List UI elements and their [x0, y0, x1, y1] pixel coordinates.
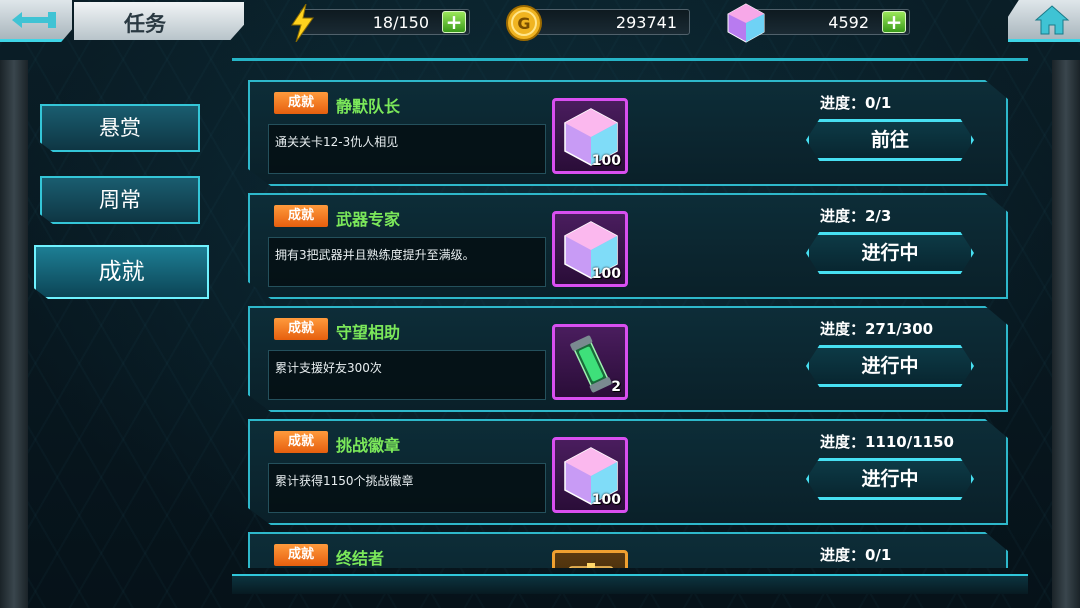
in-progress-button[interactable]: 进行中	[806, 458, 974, 500]
achievement-description: 通关关卡12-3仇人相见	[275, 135, 399, 149]
back-button[interactable]	[0, 0, 72, 42]
bottom-bar	[232, 574, 1028, 594]
list-item: 成就 终结者 进度：0/1	[248, 532, 1008, 568]
progress-text: 进度：0/1	[820, 94, 892, 112]
page-title: 任务	[124, 12, 166, 36]
progress-text: 进度：2/3	[820, 207, 892, 225]
reward-slot[interactable]: 100	[552, 211, 628, 287]
reward-count: 2	[611, 379, 621, 395]
status-badge: 成就	[274, 318, 328, 340]
left-frame	[0, 60, 28, 608]
status-badge: 成就	[274, 544, 328, 566]
in-progress-button[interactable]: 进行中	[806, 232, 974, 274]
achievement-description: 拥有3把武器并且熟练度提升至满级。	[275, 248, 475, 262]
reward-count: 100	[591, 492, 621, 508]
progress-text: 进度：0/1	[820, 546, 892, 564]
add-energy-button[interactable]: +	[442, 11, 466, 33]
svg-text:G: G	[517, 14, 530, 33]
achievement-title: 静默队长	[336, 97, 401, 116]
reward-slot[interactable]: 100	[552, 98, 628, 174]
achievement-title: 守望相助	[336, 323, 401, 342]
gold-value: 293741	[615, 13, 677, 32]
tab-achievement[interactable]: 成就	[34, 245, 209, 299]
status-badge: 成就	[274, 92, 328, 114]
reward-slot[interactable]: 100	[552, 437, 628, 513]
reward-count: 100	[591, 266, 621, 282]
lightning-icon	[291, 4, 314, 42]
achievement-list[interactable]: 成就 静默队长 通关关卡12-3仇人相见 100 进度：0/1 前往 成就 武器…	[248, 80, 1010, 568]
energy-value: 18/150	[372, 13, 429, 32]
add-gems-button[interactable]: +	[882, 11, 906, 33]
home-icon	[1034, 5, 1070, 35]
list-item: 成就 挑战徽章 累计获得1150个挑战徽章 100 进度：1110/1150 进…	[248, 419, 1008, 525]
achievement-title: 挑战徽章	[336, 436, 401, 455]
description-box: 累计获得1150个挑战徽章	[268, 463, 546, 513]
chest-icon	[568, 563, 614, 568]
gold-coin-icon: G	[506, 5, 542, 41]
reward-slot[interactable]: 2	[552, 324, 628, 400]
achievement-description: 累计获得1150个挑战徽章	[275, 474, 414, 488]
progress-text: 进度：271/300	[820, 320, 934, 338]
back-arrow-icon	[12, 12, 56, 28]
achievement-title: 武器专家	[336, 210, 401, 229]
right-frame	[1052, 60, 1080, 608]
list-item: 成就 武器专家 拥有3把武器并且熟练度提升至满级。 100 进度：2/3 进行中	[248, 193, 1008, 299]
status-badge: 成就	[274, 431, 328, 453]
home-button[interactable]	[1008, 0, 1080, 42]
top-bar: 任务 18/150 + 293741 G 4592 +	[0, 0, 1080, 48]
energy-counter: 18/150 +	[300, 9, 470, 35]
title-plate: 任务	[74, 2, 244, 40]
tab-bounty[interactable]: 悬赏	[40, 104, 200, 152]
description-box: 累计支援好友300次	[268, 350, 546, 400]
in-progress-button[interactable]: 进行中	[806, 345, 974, 387]
gold-counter: 293741	[518, 9, 690, 35]
description-box: 拥有3把武器并且熟练度提升至满级。	[268, 237, 546, 287]
tab-weekly[interactable]: 周常	[40, 176, 200, 224]
gem-icon	[727, 3, 765, 43]
achievement-title: 终结者	[336, 549, 385, 568]
go-button[interactable]: 前往	[806, 119, 974, 161]
reward-count: 100	[591, 153, 621, 169]
gem-value: 4592	[828, 13, 869, 32]
status-badge: 成就	[274, 205, 328, 227]
description-box: 通关关卡12-3仇人相见	[268, 124, 546, 174]
list-item: 成就 守望相助 累计支援好友300次 2 进度：271/300 进行中	[248, 306, 1008, 412]
achievement-description: 累计支援好友300次	[275, 361, 382, 375]
list-item: 成就 静默队长 通关关卡12-3仇人相见 100 进度：0/1 前往	[248, 80, 1008, 186]
reward-slot[interactable]	[552, 550, 628, 568]
progress-text: 进度：1110/1150	[820, 433, 954, 451]
